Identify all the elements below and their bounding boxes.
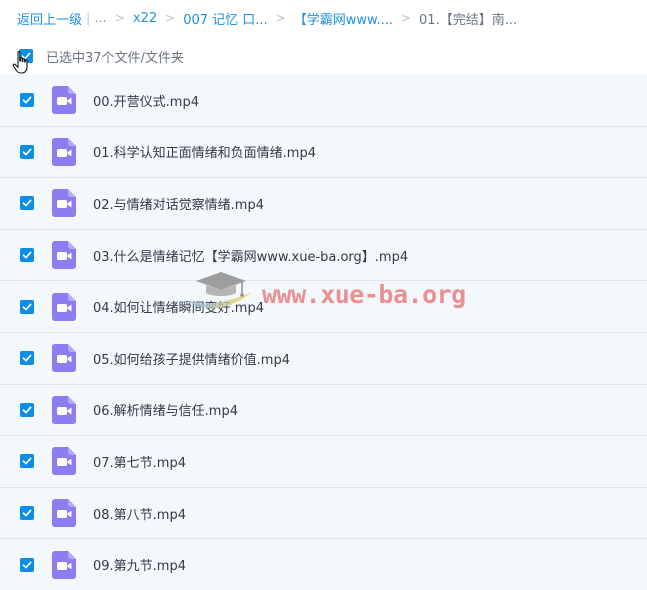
video-file-icon (52, 499, 76, 528)
breadcrumb: 返回上一级 | ... > x22 > 007 记忆 口... > 【学霸网ww… (0, 0, 647, 36)
file-row[interactable]: 04.如何让情绪瞬间变好.mp4 (0, 281, 647, 333)
file-row[interactable]: 03.什么是情绪记忆【学霸网www.xue-ba.org】.mp4 (0, 229, 647, 282)
file-name[interactable]: 01.科学认知正面情绪和负面情绪.mp4 (93, 142, 316, 161)
chevron-right-icon: > (400, 11, 412, 25)
file-row[interactable]: 08.第八节.mp4 (0, 487, 647, 540)
video-file-icon (52, 86, 76, 115)
checkmark-icon (22, 406, 32, 414)
file-checkbox[interactable] (20, 248, 34, 263)
file-row[interactable]: 00.开营仪式.mp4 (0, 75, 647, 127)
video-file-icon (52, 447, 76, 476)
checkmark-icon (22, 561, 32, 569)
file-name[interactable]: 04.如何让情绪瞬间变好.mp4 (93, 297, 264, 316)
video-file-icon (52, 292, 76, 321)
breadcrumb-item-x22[interactable]: x22 (133, 11, 157, 26)
file-row[interactable]: 06.解析情绪与信任.mp4 (0, 384, 647, 437)
file-checkbox[interactable] (20, 402, 34, 417)
select-all-checkbox[interactable] (19, 49, 33, 63)
file-checkbox[interactable] (20, 351, 34, 366)
breadcrumb-ellipsis[interactable]: ... (94, 11, 106, 26)
video-file-icon (52, 189, 76, 218)
breadcrumb-item-xueba[interactable]: 【学霸网www.... (294, 9, 393, 28)
file-checkbox[interactable] (20, 506, 34, 521)
video-file-icon (52, 344, 76, 373)
video-file-icon (52, 550, 76, 579)
file-name[interactable]: 09.第九节.mp4 (93, 555, 186, 574)
chevron-right-icon: > (165, 11, 176, 25)
file-name[interactable]: 07.第七节.mp4 (93, 452, 186, 471)
video-file-icon (52, 137, 76, 166)
back-link[interactable]: 返回上一级 (17, 9, 82, 28)
file-name[interactable]: 08.第八节.mp4 (93, 504, 186, 523)
file-row[interactable]: 02.与情绪对话觉察情绪.mp4 (0, 178, 647, 230)
file-checkbox[interactable] (20, 299, 34, 314)
file-name[interactable]: 03.什么是情绪记忆【学霸网www.xue-ba.org】.mp4 (93, 246, 408, 265)
file-row[interactable]: 07.第七节.mp4 (0, 436, 647, 488)
file-checkbox[interactable] (20, 144, 34, 159)
selection-count: 已选中37个文件/文件夹 (46, 50, 184, 66)
video-file-icon (52, 395, 76, 424)
file-row[interactable]: 05.如何给孩子提供情绪价值.mp4 (0, 332, 647, 385)
checkmark-icon (22, 303, 32, 311)
file-name[interactable]: 02.与情绪对话觉察情绪.mp4 (93, 194, 264, 213)
file-checkbox[interactable] (20, 196, 34, 211)
file-row[interactable]: 01.科学认知正面情绪和负面情绪.mp4 (0, 126, 647, 179)
chevron-right-icon: > (114, 11, 125, 25)
checkmark-icon (22, 458, 32, 465)
file-checkbox[interactable] (20, 93, 34, 108)
selection-bar: 已选中37个文件/文件夹 (0, 38, 647, 74)
checkmark-icon (21, 52, 31, 60)
video-file-icon (52, 241, 76, 270)
file-list: 00.开营仪式.mp4 01.科学认知正面情绪和负面情绪.mp4 02.与情绪对话觉… (0, 75, 647, 590)
file-name[interactable]: 00.开营仪式.mp4 (93, 91, 199, 110)
checkmark-icon (22, 354, 32, 362)
file-name[interactable]: 06.解析情绪与信任.mp4 (93, 400, 238, 419)
file-checkbox[interactable] (20, 557, 34, 572)
breadcrumb-current: 01.【完结】南... (419, 12, 518, 28)
file-browser: 返回上一级 | ... > x22 > 007 记忆 口... > 【学霸网ww… (0, 0, 647, 590)
breadcrumb-divider: | (86, 10, 91, 26)
checkmark-icon (22, 251, 32, 259)
file-checkbox[interactable] (20, 454, 34, 469)
checkmark-icon (22, 509, 32, 517)
checkmark-icon (22, 148, 32, 156)
chevron-right-icon: > (275, 11, 286, 25)
breadcrumb-item-memory[interactable]: 007 记忆 口... (183, 9, 267, 28)
checkmark-icon (22, 96, 32, 104)
file-row[interactable]: 09.第九节.mp4 (0, 539, 647, 590)
checkmark-icon (22, 200, 32, 207)
file-name[interactable]: 05.如何给孩子提供情绪价值.mp4 (93, 349, 290, 368)
